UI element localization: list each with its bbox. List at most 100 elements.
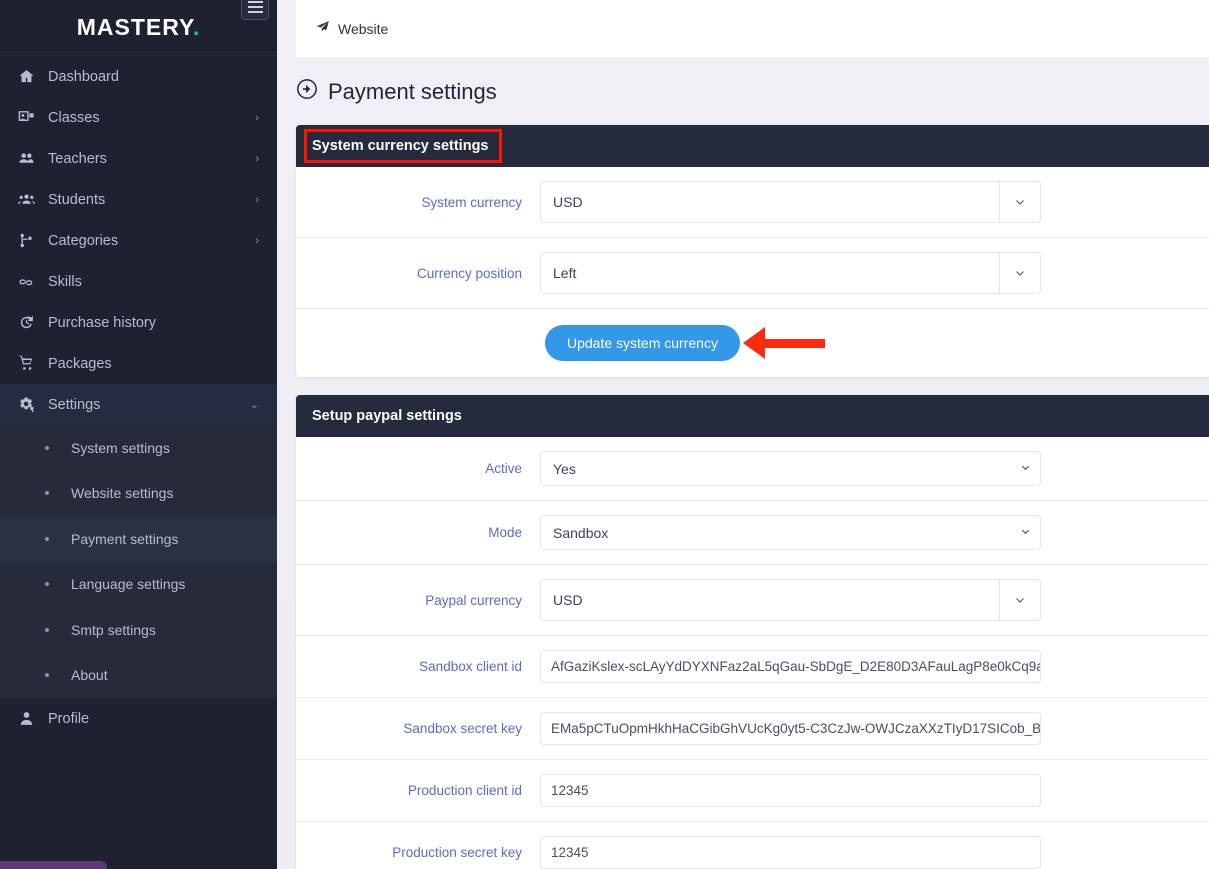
paypal-mode-select[interactable]: Sandbox <box>540 515 1041 550</box>
page-title-row: Payment settings <box>277 57 1209 125</box>
app-root: MASTERY. Dashboard Classes › Teachers › … <box>0 0 1209 869</box>
sidebar-item-label: Packages <box>48 355 112 372</box>
chevron-down-icon: ⌄ <box>249 399 259 411</box>
arrow-circle-right-icon <box>296 78 318 105</box>
sidebar-item-label: Categories <box>48 232 119 249</box>
chevron-down-icon <box>1020 524 1031 542</box>
select-value: Left <box>553 265 577 281</box>
history-icon <box>18 314 48 331</box>
field-label: Paypal currency <box>425 592 522 608</box>
field-wrapper: Yes <box>540 451 1209 486</box>
field-wrapper: AfGaziKslex-scLAyYdDYXNFaz2aL5qGau-SbDgE… <box>540 650 1209 683</box>
field-label: Production secret key <box>392 845 522 860</box>
brand-row: MASTERY. <box>0 0 277 56</box>
form-row-currency-position: Currency position Left <box>296 238 1209 309</box>
brand-text: MASTERY <box>76 14 193 40</box>
brand-dot: . <box>192 14 201 40</box>
chevron-down-icon[interactable] <box>999 253 1040 293</box>
paypal-active-select[interactable]: Yes <box>540 451 1041 486</box>
sidebar-item-categories[interactable]: Categories › <box>0 220 277 261</box>
system-currency-select[interactable]: USD <box>540 181 1041 223</box>
skills-icon <box>18 273 48 290</box>
menu-toggle-button[interactable] <box>241 0 269 20</box>
field-wrapper: 12345 <box>540 836 1209 869</box>
chevron-down-icon[interactable] <box>999 580 1040 620</box>
sidebar-item-label: Purchase history <box>48 314 156 331</box>
classes-icon <box>18 109 48 126</box>
sidebar-item-profile[interactable]: Profile <box>0 698 277 739</box>
hamburger-bar <box>247 11 263 13</box>
sandbox-client-id-input[interactable]: AfGaziKslex-scLAyYdDYXNFaz2aL5qGau-SbDgE… <box>540 650 1041 683</box>
paypal-card-header: Setup paypal settings <box>296 395 1209 437</box>
sidebar-subitem-system-settings[interactable]: System settings <box>0 425 277 471</box>
sidebar-item-students[interactable]: Students › <box>0 179 277 220</box>
field-label: Mode <box>488 525 522 540</box>
chevron-right-icon: › <box>255 152 259 165</box>
sandbox-secret-key-input[interactable]: EMa5pCTuOpmHkhHaCGibGhVUcKg0yt5-C3CzJw-O… <box>540 712 1041 745</box>
form-row-active: Active Yes <box>296 437 1209 501</box>
hamburger-bar <box>247 1 263 3</box>
website-link[interactable]: Website <box>316 20 388 37</box>
form-row-paypal-currency: Paypal currency USD <box>296 565 1209 636</box>
select-value: Sandbox <box>540 515 1041 550</box>
sidebar-item-classes[interactable]: Classes › <box>0 97 277 138</box>
sidebar-item-label: Profile <box>48 710 90 727</box>
currency-position-select[interactable]: Left <box>540 252 1041 294</box>
form-row-sandbox-secret-key: Sandbox secret key EMa5pCTuOpmHkhHaCGibG… <box>296 698 1209 760</box>
chevron-right-icon: › <box>255 111 259 124</box>
sidebar-item-label: Students <box>48 191 106 208</box>
update-system-currency-button[interactable]: Update system currency <box>545 325 740 361</box>
sidebar-item-teachers[interactable]: Teachers › <box>0 138 277 179</box>
card-header-label: System currency settings <box>312 138 489 154</box>
field-label: Sandbox client id <box>419 659 522 674</box>
hamburger-bar <box>247 6 263 8</box>
sidebar-subitem-smtp-settings[interactable]: Smtp settings <box>0 607 277 653</box>
red-arrow-annotation <box>743 327 825 359</box>
form-row-production-secret-key: Production secret key 12345 <box>296 822 1209 869</box>
sidebar-item-skills[interactable]: Skills <box>0 261 277 302</box>
paypal-currency-select[interactable]: USD <box>540 579 1041 621</box>
sidebar-item-label: Dashboard <box>48 68 119 85</box>
field-wrapper: USD <box>540 579 1209 621</box>
sidebar-subitem-payment-settings[interactable]: Payment settings <box>0 516 277 562</box>
production-secret-key-input[interactable]: 12345 <box>540 836 1041 869</box>
field-wrapper: Sandbox <box>540 515 1209 550</box>
user-icon <box>18 710 48 727</box>
bullet-icon <box>45 536 49 541</box>
production-client-id-input[interactable]: 12345 <box>540 774 1041 807</box>
sidebar-subitem-label: Language settings <box>71 576 186 593</box>
sidebar-item-settings[interactable]: Settings ⌄ <box>0 384 277 425</box>
sidebar-subitem-label: About <box>71 667 108 684</box>
bullet-icon <box>45 627 49 632</box>
sidebar-subitem-language-settings[interactable]: Language settings <box>0 562 277 608</box>
page-title: Payment settings <box>328 78 497 104</box>
field-label: Production client id <box>407 783 522 798</box>
cart-icon <box>18 355 48 372</box>
system-currency-card-header: System currency settings <box>296 125 1209 167</box>
sidebar-subitem-website-settings[interactable]: Website settings <box>0 471 277 517</box>
bullet-icon <box>45 673 49 678</box>
paypal-settings-card: Setup paypal settings Active Yes Mode Sa… <box>296 395 1209 869</box>
sidebar: MASTERY. Dashboard Classes › Teachers › … <box>0 0 277 869</box>
chevron-down-icon[interactable] <box>999 182 1040 222</box>
students-icon <box>18 191 48 208</box>
sidebar-subitem-label: Payment settings <box>71 530 179 547</box>
form-row-production-client-id: Production client id 12345 <box>296 760 1209 822</box>
select-value: Yes <box>540 451 1041 486</box>
sidebar-item-purchase-history[interactable]: Purchase history <box>0 302 277 343</box>
categories-icon <box>18 232 48 249</box>
form-row-mode: Mode Sandbox <box>296 501 1209 565</box>
update-currency-row: Update system currency <box>296 309 1209 377</box>
settings-submenu: System settings Website settings Payment… <box>0 425 277 698</box>
form-row-system-currency: System currency USD <box>296 167 1209 238</box>
field-wrapper: Left <box>540 252 1209 294</box>
form-row-sandbox-client-id: Sandbox client id AfGaziKslex-scLAyYdDYX… <box>296 636 1209 698</box>
field-label: Active <box>485 461 522 476</box>
field-label: System currency <box>421 194 522 210</box>
sidebar-item-packages[interactable]: Packages <box>0 343 277 384</box>
sidebar-subitem-about[interactable]: About <box>0 653 277 699</box>
select-value: USD <box>553 592 583 608</box>
sidebar-item-dashboard[interactable]: Dashboard <box>0 56 277 97</box>
bullet-icon <box>45 445 49 450</box>
select-value: USD <box>553 194 583 210</box>
